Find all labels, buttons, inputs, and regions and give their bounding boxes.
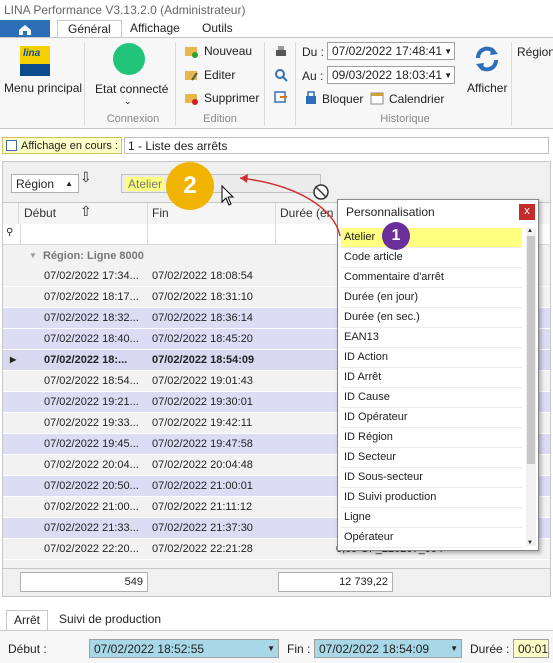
tab-suivi-production[interactable]: Suivi de production	[52, 610, 168, 630]
duree-field[interactable]: 00:01	[513, 639, 549, 658]
dropdown-arrow-icon[interactable]: ▼	[450, 640, 458, 658]
detail-tabs: Arrêt Suivi de production	[0, 610, 553, 630]
step-badge-1: 1	[382, 222, 410, 250]
no-drop-cursor-icon	[313, 184, 329, 200]
drag-annotation-overlay	[221, 174, 341, 237]
dropdown-arrow-icon[interactable]: ▼	[267, 640, 275, 658]
step-badge-2: 2	[166, 162, 214, 210]
fin-label: Fin :	[287, 642, 311, 656]
duree-label: Durée :	[470, 642, 510, 656]
fin-field[interactable]: 07/02/2022 18:54:09 ▼	[314, 639, 462, 658]
arrowhead-icon	[240, 174, 248, 183]
fin-value: 07/02/2022 18:54:09	[319, 642, 430, 656]
debut-value: 07/02/2022 18:52:55	[94, 642, 205, 656]
mouse-pointer-icon	[221, 184, 235, 206]
tab-arret[interactable]: Arrêt	[6, 610, 49, 630]
debut-field[interactable]: 07/02/2022 18:52:55 ▼	[89, 639, 279, 658]
detail-panel: Début : 07/02/2022 18:52:55 ▼ Fin : 07/02…	[0, 630, 553, 663]
debut-label: Début :	[8, 642, 47, 656]
